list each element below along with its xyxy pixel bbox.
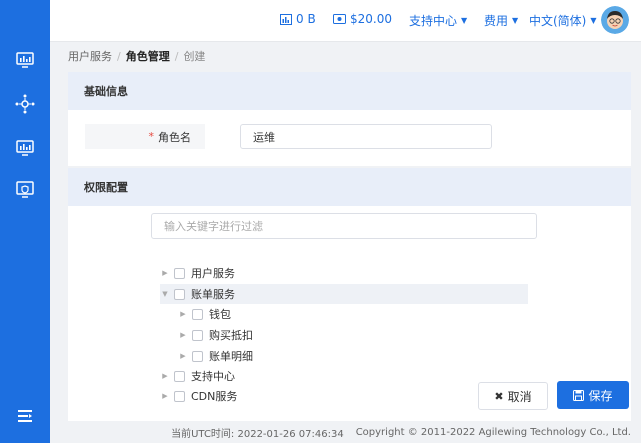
tree-node-support-center[interactable]: ▶ 支持中心 xyxy=(160,366,528,386)
caret-down-icon: ▼ xyxy=(590,16,597,25)
traffic-indicator[interactable]: 0 B xyxy=(280,12,316,26)
breadcrumb-separator: / xyxy=(174,50,179,63)
permissions-header: 权限配置 xyxy=(68,168,631,206)
breadcrumb-item-create: 创建 xyxy=(183,50,206,63)
caret-down-icon[interactable]: ▼ xyxy=(160,290,170,298)
caret-right-icon[interactable]: ▶ xyxy=(178,310,188,318)
cancel-label: 取消 xyxy=(507,389,532,404)
tree-node-label: 账单明细 xyxy=(209,350,253,363)
tree-node-label: 用户服务 xyxy=(191,267,235,280)
save-icon xyxy=(573,389,585,401)
basic-info-title: 基础信息 xyxy=(84,85,128,98)
filter-input[interactable]: 输入关键字进行过滤 xyxy=(151,213,537,239)
money-icon xyxy=(333,14,346,24)
shield-check-icon[interactable] xyxy=(13,178,37,202)
caret-right-icon[interactable]: ▶ xyxy=(160,372,170,380)
tree-node-label: CDN服务 xyxy=(191,390,238,403)
caret-right-icon[interactable]: ▶ xyxy=(160,392,170,400)
checkbox[interactable] xyxy=(174,390,185,402)
breadcrumb: 用户服务 / 角色管理 / 创建 xyxy=(68,48,205,64)
caret-right-icon[interactable]: ▶ xyxy=(178,352,188,360)
caret-right-icon[interactable]: ▶ xyxy=(178,331,188,339)
language-label: 中文(简体) xyxy=(529,14,587,28)
caret-right-icon[interactable]: ▶ xyxy=(160,269,170,277)
cancel-button[interactable]: ✖ 取消 xyxy=(478,382,548,410)
collapse-menu-icon[interactable] xyxy=(13,404,37,428)
breadcrumb-separator: / xyxy=(117,50,121,63)
checkbox[interactable] xyxy=(192,329,203,341)
avatar[interactable] xyxy=(601,6,629,34)
tree-node-user-service[interactable]: ▶ 用户服务 xyxy=(160,263,528,283)
language-menu[interactable]: 中文(简体) ▼ xyxy=(529,12,597,29)
tree-node-billing-service[interactable]: ▼ 账单服务 xyxy=(160,284,528,304)
permissions-title: 权限配置 xyxy=(84,181,128,194)
network-node-icon[interactable] xyxy=(13,92,37,116)
role-name-input[interactable]: 运维 xyxy=(240,124,492,149)
tree-node-label: 购买抵扣 xyxy=(209,329,253,342)
tree-node-wallet[interactable]: ▶ 钱包 xyxy=(178,304,528,324)
checkbox[interactable] xyxy=(174,288,185,300)
top-bar: 0 B $20.00 支持中心 ▼ 费用 ▼ 中文(简体) ▼ xyxy=(50,0,641,42)
copyright: Copyright © 2011-2022 Agilewing Technolo… xyxy=(355,426,631,438)
save-label: 保存 xyxy=(588,388,613,403)
save-button[interactable]: 保存 xyxy=(557,381,629,409)
role-name-value: 运维 xyxy=(253,130,275,144)
tree-node-label: 账单服务 xyxy=(191,288,235,301)
support-label: 支持中心 xyxy=(409,14,458,28)
fees-label: 费用 xyxy=(484,14,509,28)
balance-value: $20.00 xyxy=(350,12,392,26)
breadcrumb-item-role-management[interactable]: 角色管理 xyxy=(126,50,170,63)
checkbox[interactable] xyxy=(192,308,203,320)
footer: 当前UTC时间: 2022-01-26 07:46:34 Copyright ©… xyxy=(68,421,631,443)
tree-node-label: 支持中心 xyxy=(191,370,235,383)
checkbox[interactable] xyxy=(174,267,185,279)
balance-indicator[interactable]: $20.00 xyxy=(333,12,392,26)
role-name-label: * 角色名 xyxy=(85,124,205,149)
basic-info-header: 基础信息 xyxy=(68,72,631,110)
traffic-value: 0 B xyxy=(296,12,316,26)
tree-node-cdn-service[interactable]: ▶ CDN服务 xyxy=(160,386,460,406)
bar-chart-icon xyxy=(280,13,292,25)
close-icon: ✖ xyxy=(494,389,504,403)
support-menu[interactable]: 支持中心 ▼ xyxy=(409,12,467,29)
tree-node-purchase-deduction[interactable]: ▶ 购买抵扣 xyxy=(178,325,528,345)
checkbox[interactable] xyxy=(174,370,185,382)
utc-time: 当前UTC时间: 2022-01-26 07:46:34 xyxy=(171,428,344,440)
caret-down-icon: ▼ xyxy=(512,16,519,25)
monitor-chart-icon[interactable] xyxy=(13,48,37,72)
tree-node-billing-details[interactable]: ▶ 账单明细 xyxy=(178,346,528,366)
tree-node-label: 钱包 xyxy=(209,308,231,321)
sidebar xyxy=(0,0,50,443)
checkbox[interactable] xyxy=(192,350,203,362)
role-name-label-text: 角色名 xyxy=(158,130,191,144)
filter-placeholder: 输入关键字进行过滤 xyxy=(164,220,263,233)
caret-down-icon: ▼ xyxy=(461,16,468,25)
breadcrumb-item-user-service[interactable]: 用户服务 xyxy=(68,50,112,63)
required-marker: * xyxy=(148,130,155,143)
scrollbar[interactable] xyxy=(637,42,641,443)
monitor-chart-icon[interactable] xyxy=(13,136,37,160)
fees-menu[interactable]: 费用 ▼ xyxy=(484,12,518,29)
